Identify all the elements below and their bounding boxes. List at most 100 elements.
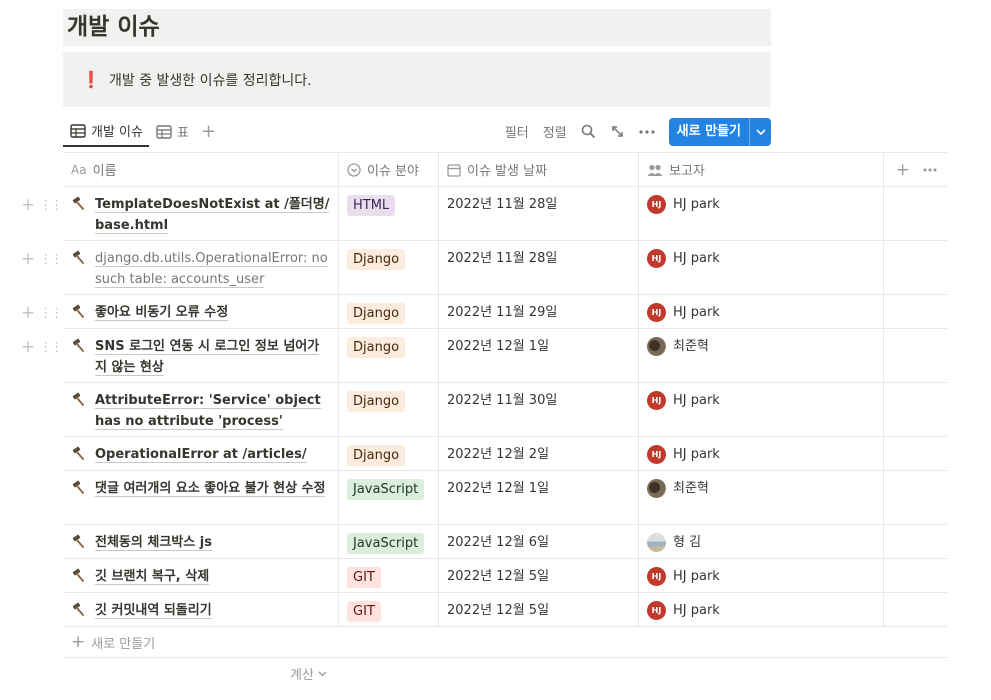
column-header-category[interactable]: 이슈 분야 [339, 153, 439, 186]
row-title: TemplateDoesNotExist at /폴더명/ base.html [71, 194, 330, 236]
callout-text[interactable]: 개발 중 발생한 이슈를 정리합니다. [109, 70, 312, 90]
table-row[interactable]: AttributeError: 'Service' object has no … [63, 383, 948, 437]
row-title-label[interactable]: TemplateDoesNotExist at /폴더명/ base.html [95, 197, 330, 234]
cell-date[interactable]: 2022년 11월 29일 [439, 295, 639, 328]
drag-handle-icon[interactable]: ⋮⋮ [39, 306, 63, 321]
cell-name[interactable]: SNS 로그인 연동 시 로그인 정보 넘어가지 않는 현상 [63, 329, 339, 382]
calculate-button[interactable]: 계산 [290, 664, 327, 683]
column-header-label: 보고자 [669, 164, 705, 179]
cell-name[interactable]: 전체동의 체크박스 js [63, 525, 339, 558]
add-row-icon[interactable]: + [21, 337, 35, 357]
cell-date[interactable]: 2022년 11월 28일 [439, 241, 639, 294]
view-tab-dev-issues[interactable]: 개발 이슈 [63, 116, 149, 147]
drag-handle-icon[interactable]: ⋮⋮ [39, 198, 63, 213]
sort-button[interactable]: 정렬 [543, 122, 567, 141]
add-view-button[interactable]: + [201, 122, 216, 141]
cell-reporter[interactable]: HJ HJ park [639, 187, 884, 240]
add-row-button[interactable]: + 새로 만들기 [63, 627, 948, 658]
add-row-icon[interactable]: + [21, 195, 35, 215]
cell-reporter[interactable]: HJ HJ park [639, 295, 884, 328]
cell-name[interactable]: 댓글 여러개의 요소 좋아요 불가 현상 수정 [63, 471, 339, 524]
cell-category[interactable]: Django [339, 241, 439, 294]
cell-category[interactable]: Django [339, 437, 439, 470]
cell-date[interactable]: 2022년 12월 1일 [439, 471, 639, 524]
search-icon[interactable] [581, 124, 596, 139]
cell-category[interactable]: GIT [339, 593, 439, 626]
row-title-text: TemplateDoesNotExist at /폴더명/ base.html [95, 194, 330, 236]
row-title-text: OperationalError at /articles/ [95, 444, 307, 465]
cell-date[interactable]: 2022년 12월 1일 [439, 329, 639, 382]
cell-date[interactable]: 2022년 12월 5일 [439, 559, 639, 592]
category-tag: Django [347, 249, 406, 270]
table-row[interactable]: + ⋮⋮ django.db.utils.OperationalError: no … [21, 241, 948, 295]
cell-category[interactable]: GIT [339, 559, 439, 592]
cell-category[interactable]: HTML [339, 187, 439, 240]
new-button[interactable]: 새로 만들기 [669, 118, 749, 146]
cell-name[interactable]: 깃 브랜치 복구, 삭제 [63, 559, 339, 592]
add-row-icon[interactable]: + [21, 303, 35, 323]
cell-date[interactable]: 2022년 12월 5일 [439, 593, 639, 626]
filter-button[interactable]: 필터 [505, 122, 529, 141]
row-title-label[interactable]: 전체동의 체크박스 js [95, 535, 212, 551]
table-row[interactable]: 깃 브랜치 복구, 삭제 GIT 2022년 12월 5일 HJ HJ park [63, 559, 948, 593]
cell-category[interactable]: JavaScript [339, 471, 439, 524]
chevron-down-icon[interactable] [749, 117, 771, 146]
expand-icon[interactable] [610, 124, 625, 139]
table-row[interactable]: 댓글 여러개의 요소 좋아요 불가 현상 수정 JavaScript 2022년 1… [63, 471, 948, 525]
more-options-icon[interactable] [639, 129, 655, 134]
row-drag-handle[interactable]: + ⋮⋮ [21, 249, 63, 269]
view-tab-table[interactable]: 표 [149, 116, 195, 147]
row-title-label[interactable]: 깃 커밋내역 되돌리기 [95, 603, 212, 619]
row-drag-handle[interactable]: + ⋮⋮ [21, 195, 63, 215]
cell-date[interactable]: 2022년 11월 30일 [439, 383, 639, 436]
column-header-name[interactable]: Aa 이름 [63, 153, 339, 186]
row-drag-handle[interactable]: + ⋮⋮ [21, 303, 63, 323]
cell-name[interactable]: django.db.utils.OperationalError: no suc… [63, 241, 339, 294]
table-row[interactable]: 전체동의 체크박스 js JavaScript 2022년 12월 6일 형 김 [63, 525, 948, 559]
row-title-label[interactable]: 댓글 여러개의 요소 좋아요 불가 현상 수정 [95, 481, 326, 497]
row-title-label[interactable]: OperationalError at /articles/ [95, 447, 307, 463]
table-row[interactable]: OperationalError at /articles/Django 2022… [63, 437, 948, 471]
cell-name[interactable]: OperationalError at /articles/ [63, 437, 339, 470]
cell-reporter[interactable]: 최준혁 [639, 471, 884, 524]
cell-reporter[interactable]: HJ HJ park [639, 559, 884, 592]
drag-handle-icon[interactable]: ⋮⋮ [39, 340, 63, 355]
cell-category[interactable]: Django [339, 295, 439, 328]
add-column-icon[interactable]: + [895, 160, 909, 180]
table-row[interactable]: + ⋮⋮ TemplateDoesNotExist at /폴더명/ base.ht… [21, 187, 948, 241]
cell-name[interactable]: AttributeError: 'Service' object has no … [63, 383, 339, 436]
row-title-text: 깃 브랜치 복구, 삭제 [95, 566, 210, 587]
row-title-label[interactable]: SNS 로그인 연동 시 로그인 정보 넘어가지 않는 현상 [95, 339, 320, 376]
page-title[interactable]: 개발 이슈 [67, 9, 771, 46]
cell-category[interactable]: Django [339, 383, 439, 436]
cell-name[interactable]: TemplateDoesNotExist at /폴더명/ base.html [63, 187, 339, 240]
cell-date[interactable]: 2022년 11월 28일 [439, 187, 639, 240]
cell-category[interactable]: Django [339, 329, 439, 382]
row-title-label[interactable]: 깃 브랜치 복구, 삭제 [95, 569, 210, 585]
row-title-label[interactable]: django.db.utils.OperationalError: no suc… [95, 251, 328, 288]
row-drag-handle[interactable]: + ⋮⋮ [21, 337, 63, 357]
table-row[interactable]: + ⋮⋮ 좋아요 비동기 오류 수정 Django 2022년 11월 29일 HJ HJ … [21, 295, 948, 329]
row-title-text: django.db.utils.OperationalError: no suc… [95, 248, 330, 290]
table-row[interactable]: 깃 커밋내역 되돌리기 GIT 2022년 12월 5일 HJ HJ park [63, 593, 948, 627]
cell-reporter[interactable]: 최준혁 [639, 329, 884, 382]
more-options-icon[interactable] [923, 168, 937, 172]
cell-date[interactable]: 2022년 12월 2일 [439, 437, 639, 470]
drag-handle-icon[interactable]: ⋮⋮ [39, 252, 63, 267]
column-header-date[interactable]: 이슈 발생 날짜 [439, 153, 639, 186]
date-value: 2022년 12월 1일 [447, 339, 550, 354]
cell-reporter[interactable]: 형 김 [639, 525, 884, 558]
cell-date[interactable]: 2022년 12월 6일 [439, 525, 639, 558]
cell-name[interactable]: 좋아요 비동기 오류 수정 [63, 295, 339, 328]
cell-name[interactable]: 깃 커밋내역 되돌리기 [63, 593, 339, 626]
cell-reporter[interactable]: HJ HJ park [639, 593, 884, 626]
cell-category[interactable]: JavaScript [339, 525, 439, 558]
cell-reporter[interactable]: HJ HJ park [639, 437, 884, 470]
column-header-reporter[interactable]: 보고자 [639, 153, 884, 186]
add-row-icon[interactable]: + [21, 249, 35, 269]
cell-reporter[interactable]: HJ HJ park [639, 383, 884, 436]
row-title-label[interactable]: 좋아요 비동기 오류 수정 [95, 305, 229, 321]
table-row[interactable]: + ⋮⋮ SNS 로그인 연동 시 로그인 정보 넘어가지 않는 현상 Django 2… [21, 329, 948, 383]
cell-reporter[interactable]: HJ HJ park [639, 241, 884, 294]
row-title-label[interactable]: AttributeError: 'Service' object has no … [95, 393, 321, 430]
